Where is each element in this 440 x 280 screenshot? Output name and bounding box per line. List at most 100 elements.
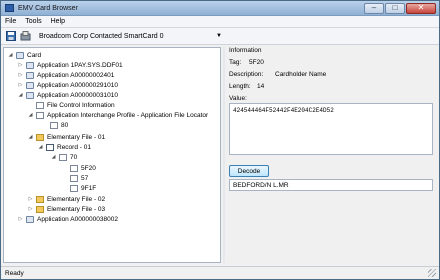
close-button[interactable]: ✕ <box>406 2 436 14</box>
tree-node-record1[interactable]: ◢ Record - 01 <box>37 142 91 152</box>
tree-node-tag57[interactable]: 57 <box>70 173 88 183</box>
document-icon <box>36 101 44 109</box>
tree-node-fci[interactable]: File Control Information <box>27 100 115 110</box>
description-value: Cardholder Name <box>275 71 327 78</box>
record-icon <box>46 143 54 151</box>
tree-node-app5[interactable]: ▷ Application A000000038002 <box>17 214 118 224</box>
tree-node-aip[interactable]: ◢ Application Interchange Profile - Appl… <box>27 110 208 120</box>
app-icon <box>5 4 14 12</box>
collapse-icon[interactable]: ◢ <box>50 154 57 161</box>
folder-icon <box>36 195 44 203</box>
tree-node-label: Application A000000038002 <box>37 215 118 223</box>
maximize-button[interactable]: □ <box>385 2 405 14</box>
menu-bar: File Tools Help <box>1 16 439 28</box>
tree-node-label: Application A000000031010 <box>37 91 118 99</box>
title-bar: EMV Card Browser – □ ✕ <box>1 1 439 16</box>
tree-node-app2[interactable]: ▷ Application A00000002401 <box>17 70 114 80</box>
collapse-icon[interactable]: ◢ <box>27 112 34 119</box>
tree-node-label: 70 <box>70 153 78 161</box>
document-icon <box>70 164 78 172</box>
folder-icon <box>36 205 44 213</box>
main-window: EMV Card Browser – □ ✕ File Tools Help B… <box>0 0 440 280</box>
tree-node-label: Record - 01 <box>57 143 91 151</box>
decode-button[interactable]: Decode <box>229 165 269 177</box>
save-icon[interactable] <box>5 31 16 42</box>
status-text: Ready <box>5 269 24 277</box>
tree-node-tag5f20[interactable]: 5F20 <box>70 163 96 173</box>
window-title: EMV Card Browser <box>18 4 78 12</box>
folder-icon <box>36 133 44 141</box>
application-icon <box>26 215 34 223</box>
application-icon <box>26 61 34 69</box>
tree-node-app4[interactable]: ◢ Application A000000031010 <box>17 90 118 100</box>
description-label: Description: <box>229 71 264 78</box>
tree-node-ef2[interactable]: ▷ Elementary File - 02 <box>27 194 105 204</box>
menu-help[interactable]: Help <box>51 18 65 25</box>
menu-file[interactable]: File <box>5 18 16 25</box>
tree-node-label: Application Interchange Profile - Applic… <box>47 111 209 119</box>
application-icon <box>26 91 34 99</box>
tree-node-label: Card <box>27 51 42 59</box>
splitter[interactable] <box>223 47 225 263</box>
tree-node-label: Elementary File - 01 <box>47 133 106 141</box>
toolbar: Broadcom Corp Contacted SmartCard 0 ▼ <box>1 28 439 45</box>
card-icon <box>16 51 24 59</box>
reader-select-value: Broadcom Corp Contacted SmartCard 0 <box>39 32 164 40</box>
tree-node-ef3[interactable]: ▷ Elementary File - 03 <box>27 204 105 214</box>
tree-node-label: Application A000000291010 <box>37 81 118 89</box>
value-hex-text: 424544464F52442F4E204C2E4D52 <box>233 107 334 114</box>
tree-node-tag70[interactable]: ◢ 70 <box>50 152 77 162</box>
collapse-icon[interactable]: ◢ <box>37 144 44 151</box>
tag-value: 5F20 <box>249 59 264 66</box>
expand-icon[interactable]: ▷ <box>27 206 34 213</box>
application-icon <box>26 81 34 89</box>
length-label: Length: <box>229 83 251 90</box>
window-controls: – □ ✕ <box>364 2 439 14</box>
collapse-icon[interactable]: ◢ <box>17 92 24 99</box>
tree-node-card[interactable]: ◢ Card <box>7 50 41 60</box>
document-icon <box>70 174 78 182</box>
value-hex-field[interactable]: 424544464F52442F4E204C2E4D52 <box>229 103 433 155</box>
card-tree[interactable]: ◢ Card ▷ Application 1PAY.SYS.DDF01 ▷ Ap… <box>3 47 221 263</box>
tree-node-tag9f1f[interactable]: 9F1F <box>70 183 96 193</box>
value-label: Value: <box>229 95 247 102</box>
menu-tools[interactable]: Tools <box>25 18 41 25</box>
application-icon <box>26 71 34 79</box>
tree-node-label: Elementary File - 02 <box>47 195 106 203</box>
info-heading: Information <box>229 47 262 54</box>
tree-node-app1[interactable]: ▷ Application 1PAY.SYS.DDF01 <box>17 60 123 70</box>
decoded-value-field[interactable]: BEDFORD/N L.MR <box>229 179 433 191</box>
document-icon <box>59 153 67 161</box>
collapse-icon[interactable]: ◢ <box>27 134 34 141</box>
expand-icon[interactable]: ▷ <box>17 72 24 79</box>
card-reader-icon <box>20 31 31 42</box>
tree-node-label: 9F1F <box>81 184 97 192</box>
tree-node-label: Elementary File - 03 <box>47 205 106 213</box>
decode-button-wrap: Decode <box>229 165 269 177</box>
status-bar: Ready <box>1 266 439 279</box>
information-panel: Information Tag: 5F20 Description: Cardh… <box>227 47 439 263</box>
decoded-value-text: BEDFORD/N L.MR <box>233 182 289 189</box>
tree-node-label: 5F20 <box>81 164 96 172</box>
tree-node-label: 57 <box>81 174 89 182</box>
expand-icon[interactable]: ▷ <box>27 196 34 203</box>
expand-icon[interactable]: ▷ <box>17 62 24 69</box>
minimize-button[interactable]: – <box>364 2 384 14</box>
tree-node-label: Application A00000002401 <box>37 71 115 79</box>
tree-node-label: Application 1PAY.SYS.DDF01 <box>37 61 123 69</box>
document-icon <box>36 111 44 119</box>
document-icon <box>50 121 58 129</box>
reader-select[interactable]: Broadcom Corp Contacted SmartCard 0 ▼ <box>35 30 225 42</box>
expand-icon[interactable]: ▷ <box>17 216 24 223</box>
tree-node-aip-80[interactable]: 80 <box>50 120 68 130</box>
chevron-down-icon: ▼ <box>216 33 222 39</box>
tree-node-app3[interactable]: ▷ Application A000000291010 <box>17 80 118 90</box>
tree-node-label: 80 <box>61 121 69 129</box>
tree-node-label: File Control Information <box>47 101 115 109</box>
expand-icon[interactable]: ▷ <box>17 82 24 89</box>
document-icon <box>70 184 78 192</box>
resize-grip-icon[interactable] <box>428 269 436 277</box>
tag-label: Tag: <box>229 59 242 66</box>
collapse-icon[interactable]: ◢ <box>7 52 14 59</box>
tree-node-ef1[interactable]: ◢ Elementary File - 01 <box>27 132 105 142</box>
